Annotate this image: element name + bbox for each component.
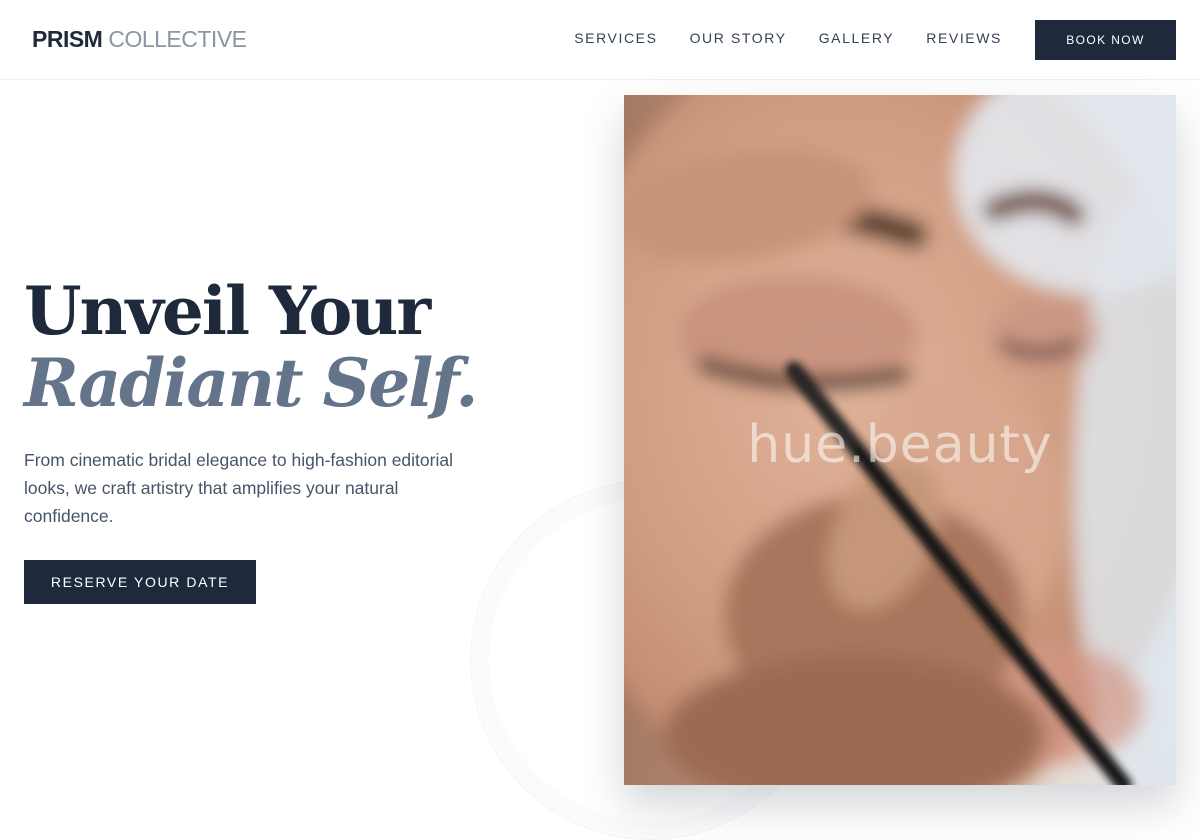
photo-watermark: hue.beauty (747, 415, 1053, 475)
nav-link-our-story[interactable]: OUR STORY (690, 30, 787, 46)
nav-link-gallery[interactable]: GALLERY (819, 30, 895, 46)
hero-subtitle: From cinematic bridal elegance to high-f… (24, 450, 453, 526)
nav-link-services[interactable]: SERVICES (574, 30, 657, 46)
hero-title-line1: Unveil Your (24, 272, 431, 350)
nav-link-reviews[interactable]: REVIEWS (926, 30, 1002, 46)
hero-title: Unveil Your Radiant Self. (24, 272, 478, 422)
hero-photo: hue.beauty (624, 95, 1176, 785)
reserve-date-button[interactable]: RESERVE YOUR DATE (24, 560, 256, 604)
brand-name-strong: PRISM (32, 26, 103, 52)
brand-name-light: COLLECTIVE (108, 26, 247, 52)
nav-links: SERVICES OUR STORY GALLERY REVIEWS (574, 30, 1002, 46)
book-now-button[interactable]: BOOK NOW (1035, 20, 1176, 60)
hero-title-line2: Radiant Self. (24, 344, 478, 422)
top-nav: PRISM COLLECTIVE SERVICES OUR STORY GALLE… (0, 0, 1200, 80)
brand-logo[interactable]: PRISM COLLECTIVE (32, 26, 247, 53)
